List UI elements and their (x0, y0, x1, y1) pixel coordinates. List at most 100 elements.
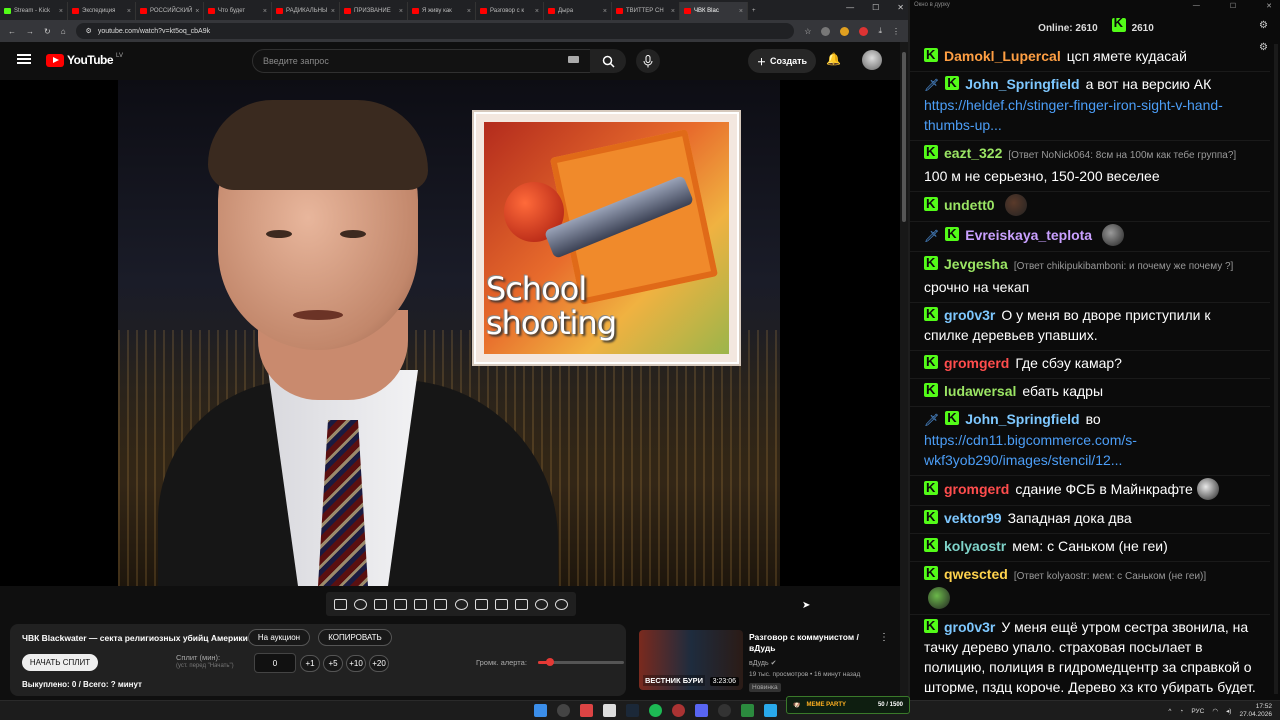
minimize-button[interactable]: — (1193, 2, 1200, 10)
tab-close-icon[interactable]: × (739, 8, 743, 15)
maximize-button[interactable]: ☐ (872, 3, 879, 12)
new-tab-button[interactable]: + (748, 2, 768, 20)
browser-tab[interactable]: Stream - Kick × (0, 2, 68, 20)
flask-icon[interactable] (535, 598, 549, 610)
clock[interactable]: 17:52 27.04.2026 (1239, 703, 1272, 719)
wifi-icon[interactable]: ◠ (1212, 707, 1218, 715)
tab-close-icon[interactable]: × (59, 8, 63, 15)
steam-icon[interactable] (626, 704, 639, 717)
language-indicator[interactable]: РУС (1191, 708, 1204, 715)
browser-tab[interactable]: ПРИЗВАНИЕ × (340, 2, 408, 20)
tab-close-icon[interactable]: × (535, 8, 539, 15)
chat-username[interactable]: kolyaostr (944, 538, 1006, 554)
spotify-icon[interactable] (649, 704, 662, 717)
notifications-icon[interactable]: 🔔 (826, 52, 841, 66)
alert-volume-slider[interactable] (538, 658, 624, 666)
tab-close-icon[interactable]: × (127, 8, 131, 15)
recommended-video[interactable]: ВЕСТНИК БУРИ 3:23:06 Разговор с коммунис… (639, 630, 897, 694)
back-icon[interactable]: ← (8, 27, 16, 36)
tab-close-icon[interactable]: × (603, 8, 607, 15)
app-icon[interactable] (741, 704, 754, 717)
video-player[interactable]: School shooting (0, 80, 900, 586)
app-icon[interactable] (580, 704, 593, 717)
split-minutes-field[interactable]: 0 (254, 653, 296, 673)
browser-tab[interactable]: Что будет × (204, 2, 272, 20)
close-button[interactable]: ✕ (897, 3, 904, 12)
browser-tab[interactable]: Экспедиция × (68, 2, 136, 20)
menu-icon[interactable] (17, 54, 31, 64)
chat-username[interactable]: John_Springfield (965, 411, 1079, 427)
cinema-icon[interactable] (434, 598, 448, 610)
tab-close-icon[interactable]: × (671, 8, 675, 15)
home-icon[interactable]: ⌂ (61, 27, 66, 36)
scrollbar-thumb[interactable] (902, 52, 906, 222)
tab-close-icon[interactable]: × (399, 8, 403, 15)
start-icon[interactable] (534, 704, 547, 717)
close-button[interactable]: ✕ (1266, 2, 1272, 10)
settings-gear-icon[interactable]: ⚙ (1259, 20, 1268, 31)
site-info-icon[interactable]: ⚙ (86, 27, 92, 35)
split-increment-button[interactable]: +10 (346, 655, 366, 672)
create-button[interactable]: ＋ Создать (748, 49, 816, 73)
extension-icon[interactable] (840, 26, 850, 36)
chat-username[interactable]: gro0v3r (944, 619, 995, 635)
picture-in-picture-icon[interactable] (414, 598, 428, 610)
avatar[interactable] (862, 50, 882, 70)
download-icon[interactable]: ⤓ (878, 26, 882, 36)
volume-icon[interactable]: ◂) (1226, 707, 1231, 715)
browser-tab[interactable]: Разговор с к × (476, 2, 544, 20)
browser-tab[interactable]: ТВИТТЕР СН × (612, 2, 680, 20)
add-frame-icon[interactable] (494, 598, 508, 610)
minimize-button[interactable]: — (846, 3, 854, 12)
chat-username[interactable]: qwescted (944, 566, 1008, 582)
split-increment-button[interactable]: +5 (323, 655, 343, 672)
channel-name[interactable]: вДудь ✔ (749, 659, 776, 667)
tab-close-icon[interactable]: × (331, 8, 335, 15)
video-thumbnail[interactable]: ВЕСТНИК БУРИ 3:23:06 (639, 630, 743, 690)
browser-menu-icon[interactable]: ⋮ (892, 27, 900, 36)
chat-scrollbar[interactable] (1274, 44, 1278, 694)
extension-icon[interactable] (859, 26, 869, 36)
tray-up-icon[interactable]: ^ (1168, 708, 1171, 715)
browser-tab[interactable]: РОССИЙСКИЙ × (136, 2, 204, 20)
loop-icon[interactable] (333, 598, 347, 610)
start-split-button[interactable]: НАЧАТЬ СПЛИТ (22, 654, 98, 671)
audio-icon[interactable] (353, 598, 367, 610)
browser-icon[interactable] (557, 704, 570, 717)
slider-knob[interactable] (546, 658, 555, 666)
forward-icon[interactable]: → (26, 27, 34, 36)
tab-close-icon[interactable]: × (467, 8, 471, 15)
chat-link[interactable]: https://cdn11.bigcommerce.com/s-wkf3yob2… (924, 432, 1137, 468)
tab-close-icon[interactable]: × (195, 8, 199, 15)
extension-icon[interactable] (821, 26, 831, 36)
browser-tab[interactable]: Дыра × (544, 2, 612, 20)
bookmark-star-icon[interactable]: ☆ (804, 27, 811, 36)
search-input[interactable]: Введите запрос (252, 49, 592, 73)
edit-icon[interactable] (474, 598, 488, 610)
chat-username[interactable]: eazt_322 (944, 145, 1002, 161)
settings-gear-icon[interactable] (555, 598, 569, 610)
browser-tab[interactable]: ЧВК Blac × (680, 2, 748, 20)
more-options-icon[interactable]: ⋮ (879, 632, 889, 643)
reply-reference[interactable]: [Ответ chikipukibamboni: и почему же поч… (1014, 261, 1234, 272)
screenshot-icon[interactable] (373, 598, 387, 610)
maximize-button[interactable]: ☐ (1230, 2, 1236, 10)
app-icon[interactable] (603, 704, 616, 717)
chat-username[interactable]: Damokl_Lupercal (944, 48, 1061, 64)
app-icon[interactable] (672, 704, 685, 717)
film-icon[interactable] (394, 598, 408, 610)
speed-icon[interactable] (454, 598, 468, 610)
chat-username[interactable]: vektor99 (944, 510, 1002, 526)
meme-party-widget[interactable]: 🐶 MEME PARTY 50 / 1500 (786, 696, 910, 714)
reply-reference[interactable]: [Ответ NoNick064: 8см на 100м как тебе г… (1008, 150, 1236, 161)
chat-username[interactable]: Jevgesha (944, 256, 1008, 272)
keyboard-icon[interactable] (568, 56, 579, 63)
split-increment-button[interactable]: +20 (369, 655, 389, 672)
auction-button[interactable]: На аукцион (248, 629, 310, 646)
voice-search-button[interactable] (636, 49, 660, 73)
app-icon[interactable] (718, 704, 731, 717)
chat-username[interactable]: gro0v3r (944, 307, 995, 323)
page-scrollbar[interactable] (900, 42, 908, 700)
url-field[interactable]: ⚙ youtube.com/watch?v=kt5oq_cbA9k (75, 23, 795, 39)
chat-username[interactable]: John_Springfield (965, 76, 1079, 92)
